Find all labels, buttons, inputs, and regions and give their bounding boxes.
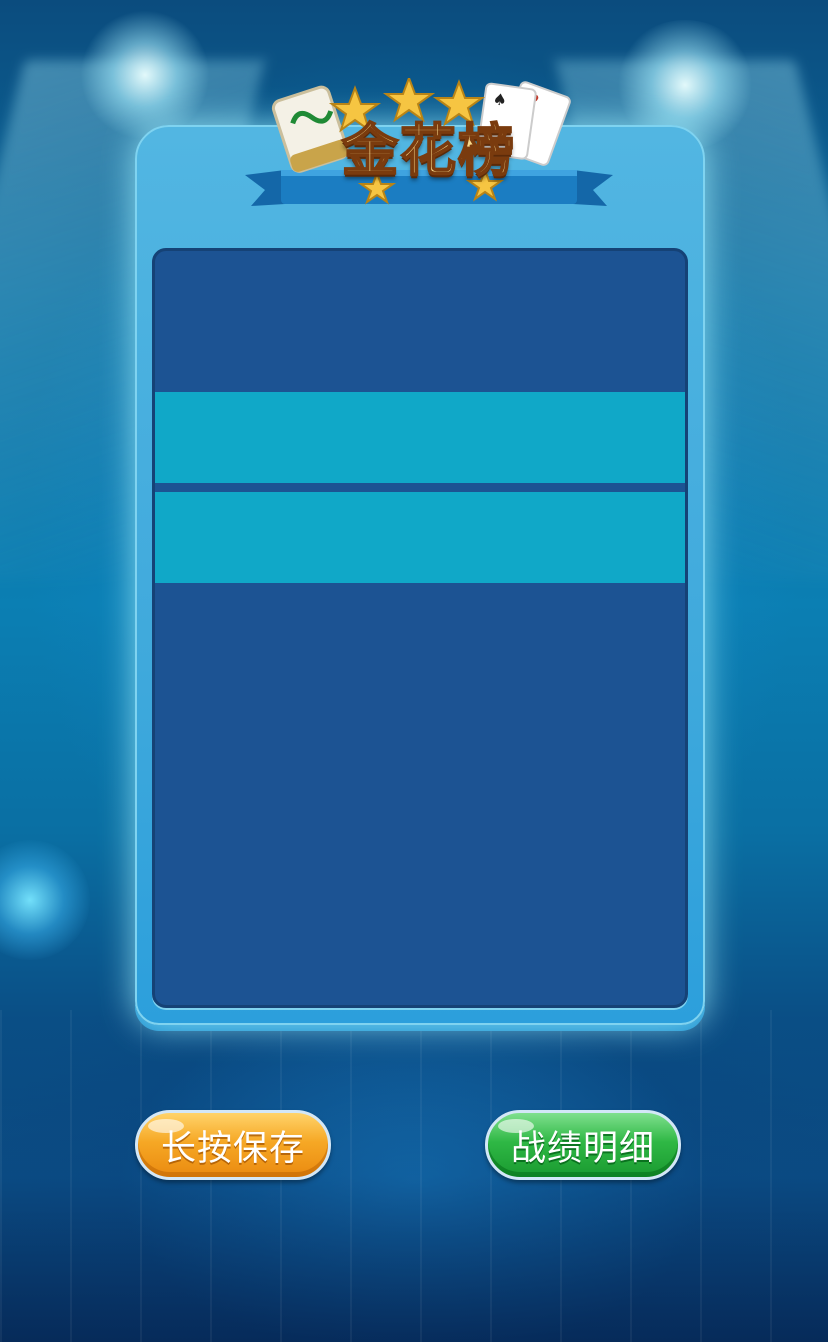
button-shine [148,1119,184,1133]
title-badge: ♥ ♠ 金花榜 [245,78,613,213]
record-detail-button[interactable]: 战绩明细 [485,1110,681,1180]
leaderboard-row [155,492,685,583]
button-shine [498,1119,534,1133]
leaderboard-row [155,392,685,483]
stage-floor [0,1010,828,1342]
leaderboard-panel [152,248,688,1008]
page-title: 金花榜 [341,118,516,185]
save-button[interactable]: 长按保存 [135,1110,331,1180]
leaderboard-card [135,125,705,1025]
